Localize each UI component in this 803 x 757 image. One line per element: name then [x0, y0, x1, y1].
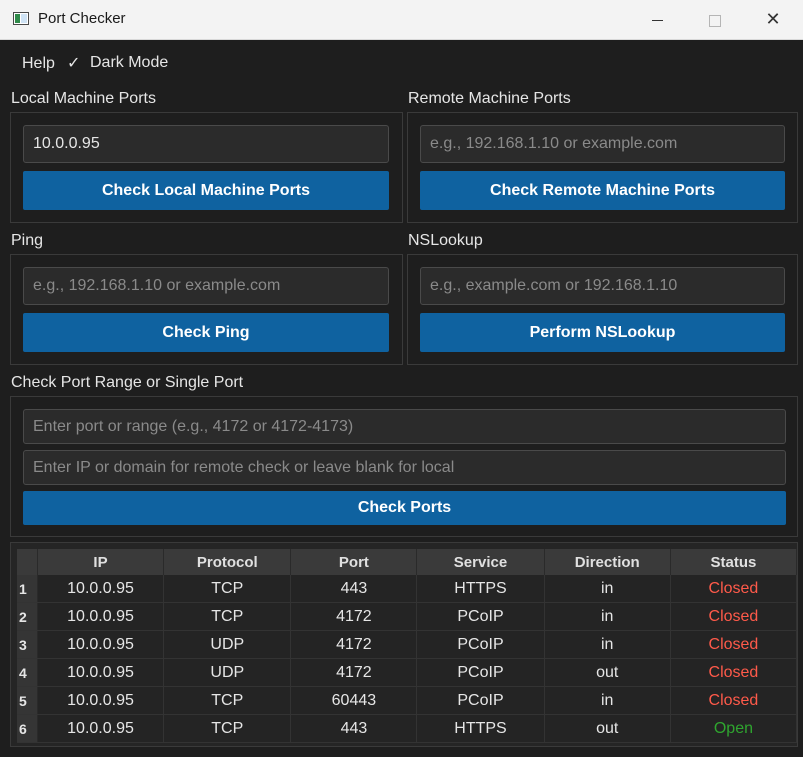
- table-row[interactable]: 1 10.0.0.95 TCP 443 HTTPS in Closed: [17, 575, 798, 603]
- cell-protocol[interactable]: TCP: [163, 602, 292, 631]
- check-ports-button[interactable]: Check Ports: [23, 491, 786, 525]
- minimize-icon: [651, 20, 663, 21]
- main-window: Help ✓ Dark Mode Local Machine Ports 10.…: [4, 40, 799, 757]
- cell-status[interactable]: Closed: [670, 686, 798, 715]
- cell-direction[interactable]: in: [544, 686, 671, 715]
- column-header-ip[interactable]: IP: [37, 549, 165, 575]
- table-row[interactable]: 4 10.0.0.95 UDP 4172 PCoIP out Closed: [17, 658, 798, 687]
- remote-ip-input[interactable]: e.g., 192.168.1.10 or example.com: [420, 125, 785, 163]
- cell-port[interactable]: 4172: [290, 602, 418, 631]
- close-icon: ✕: [765, 9, 781, 30]
- cell-status[interactable]: Closed: [670, 602, 798, 631]
- cell-direction[interactable]: in: [544, 630, 671, 659]
- column-header-port[interactable]: Port: [290, 549, 418, 575]
- port-range-input[interactable]: Enter port or range (e.g., 4172 or 4172-…: [23, 409, 786, 444]
- ping-label: Ping: [11, 232, 44, 249]
- cell-protocol[interactable]: TCP: [163, 714, 292, 743]
- row-number[interactable]: 4: [17, 658, 38, 687]
- cell-direction[interactable]: in: [544, 575, 671, 603]
- cell-status[interactable]: Closed: [670, 658, 798, 687]
- cell-service[interactable]: PCoIP: [416, 630, 545, 659]
- menu-bar: Help ✓ Dark Mode: [4, 40, 799, 84]
- window-title: Port Checker: [38, 10, 126, 27]
- app-icon: [13, 12, 29, 25]
- nslookup-host-input[interactable]: e.g., example.com or 192.168.1.10: [420, 267, 785, 305]
- cell-service[interactable]: PCoIP: [416, 686, 545, 715]
- row-number[interactable]: 3: [17, 630, 38, 659]
- port-range-label: Check Port Range or Single Port: [11, 374, 244, 391]
- cell-protocol[interactable]: UDP: [163, 630, 292, 659]
- row-number[interactable]: 2: [17, 602, 38, 631]
- perform-nslookup-button[interactable]: Perform NSLookup: [420, 313, 785, 352]
- local-ports-label: Local Machine Ports: [11, 90, 156, 107]
- local-ip-input[interactable]: 10.0.0.95: [23, 125, 389, 163]
- table-row[interactable]: 3 10.0.0.95 UDP 4172 PCoIP in Closed: [17, 630, 798, 659]
- table-corner[interactable]: [17, 549, 38, 575]
- table-row[interactable]: 5 10.0.0.95 TCP 60443 PCoIP in Closed: [17, 686, 798, 715]
- close-button[interactable]: ✕: [744, 0, 802, 39]
- maximize-icon: [709, 14, 721, 27]
- minimize-button[interactable]: [628, 0, 686, 39]
- cell-ip[interactable]: 10.0.0.95: [37, 658, 165, 687]
- results-table-container[interactable]: IP Protocol Port Service Direction Statu…: [10, 542, 798, 747]
- title-bar: Port Checker ✕: [0, 0, 803, 40]
- cell-direction[interactable]: out: [544, 658, 671, 687]
- table-header-row: IP Protocol Port Service Direction Statu…: [17, 549, 798, 575]
- cell-ip[interactable]: 10.0.0.95: [37, 575, 165, 603]
- column-header-direction[interactable]: Direction: [544, 549, 671, 575]
- remote-ports-label: Remote Machine Ports: [408, 90, 571, 107]
- cell-port[interactable]: 443: [290, 575, 418, 603]
- cell-port[interactable]: 4172: [290, 630, 418, 659]
- cell-ip[interactable]: 10.0.0.95: [37, 630, 165, 659]
- results-table: IP Protocol Port Service Direction Statu…: [17, 549, 798, 743]
- cell-ip[interactable]: 10.0.0.95: [37, 602, 165, 631]
- cell-service[interactable]: PCoIP: [416, 658, 545, 687]
- cell-direction[interactable]: in: [544, 602, 671, 631]
- cell-service[interactable]: HTTPS: [416, 714, 545, 743]
- table-row[interactable]: 6 10.0.0.95 TCP 443 HTTPS out Open: [17, 714, 798, 743]
- column-header-status[interactable]: Status: [670, 549, 798, 575]
- cell-service[interactable]: PCoIP: [416, 602, 545, 631]
- table-row[interactable]: 2 10.0.0.95 TCP 4172 PCoIP in Closed: [17, 602, 798, 631]
- nslookup-group: e.g., example.com or 192.168.1.10 Perfor…: [407, 254, 798, 365]
- check-ping-button[interactable]: Check Ping: [23, 313, 389, 352]
- column-header-service[interactable]: Service: [416, 549, 545, 575]
- ping-host-input[interactable]: e.g., 192.168.1.10 or example.com: [23, 267, 389, 305]
- cell-status[interactable]: Closed: [670, 575, 798, 603]
- cell-protocol[interactable]: TCP: [163, 575, 292, 603]
- port-range-group: Enter port or range (e.g., 4172 or 4172-…: [10, 396, 798, 537]
- port-range-ip-input[interactable]: Enter IP or domain for remote check or l…: [23, 450, 786, 485]
- check-local-ports-button[interactable]: Check Local Machine Ports: [23, 171, 389, 210]
- cell-port[interactable]: 60443: [290, 686, 418, 715]
- cell-status[interactable]: Closed: [670, 630, 798, 659]
- local-ports-group: 10.0.0.95 Check Local Machine Ports: [10, 112, 403, 223]
- nslookup-label: NSLookup: [408, 232, 483, 249]
- ping-group: e.g., 192.168.1.10 or example.com Check …: [10, 254, 403, 365]
- cell-direction[interactable]: out: [544, 714, 671, 743]
- menu-dark-mode[interactable]: Dark Mode: [90, 54, 168, 72]
- cell-port[interactable]: 4172: [290, 658, 418, 687]
- cell-ip[interactable]: 10.0.0.95: [37, 714, 165, 743]
- cell-port[interactable]: 443: [290, 714, 418, 743]
- check-remote-ports-button[interactable]: Check Remote Machine Ports: [420, 171, 785, 210]
- cell-ip[interactable]: 10.0.0.95: [37, 686, 165, 715]
- cell-protocol[interactable]: UDP: [163, 658, 292, 687]
- menu-help[interactable]: Help: [22, 55, 55, 73]
- cell-protocol[interactable]: TCP: [163, 686, 292, 715]
- cell-status[interactable]: Open: [670, 714, 798, 743]
- column-header-protocol[interactable]: Protocol: [163, 549, 292, 575]
- row-number[interactable]: 5: [17, 686, 38, 715]
- checkmark-icon[interactable]: ✓: [67, 53, 80, 72]
- maximize-button[interactable]: [686, 0, 744, 39]
- row-number[interactable]: 1: [17, 575, 38, 603]
- cell-service[interactable]: HTTPS: [416, 575, 545, 603]
- row-number[interactable]: 6: [17, 714, 38, 743]
- remote-ports-group: e.g., 192.168.1.10 or example.com Check …: [407, 112, 798, 223]
